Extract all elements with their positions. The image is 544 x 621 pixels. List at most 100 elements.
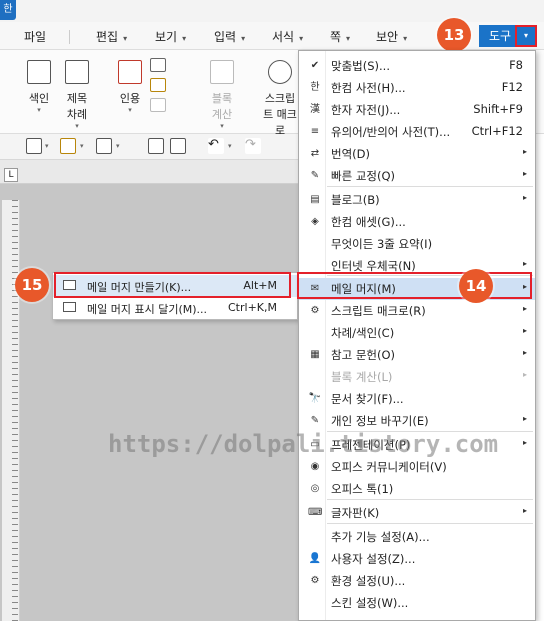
menu-item-shortcut: Shift+F9 <box>473 102 523 116</box>
toc-icon <box>65 60 89 84</box>
menu-file[interactable]: 파일 <box>24 28 46 45</box>
app-logo-icon: 한 <box>0 0 16 20</box>
menu-item-hancom-asset[interactable]: ◈ 한컴 애셋(G)... <box>299 211 535 233</box>
open-folder-icon[interactable] <box>60 138 76 154</box>
undo-icon[interactable]: ↶ <box>208 138 224 154</box>
menu-item-thesaurus[interactable]: ≡ 유의어/반의어 사전(T)... Ctrl+F12 <box>299 121 535 143</box>
redo-icon[interactable]: ↷ <box>245 138 261 154</box>
hancom-asset-icon: ◈ <box>311 216 319 227</box>
menu-view[interactable]: 보기 ▾ <box>155 28 186 45</box>
chevron-down-icon[interactable]: ▾ <box>80 142 84 150</box>
vertical-ruler-ticks <box>12 200 18 621</box>
toc-index-icon <box>308 326 322 340</box>
menu-item-script-macro[interactable]: ⚙ 스크립트 매크로(R) ▸ <box>299 300 535 322</box>
menu-item-skin-settings[interactable]: 스킨 설정(W)... <box>299 592 535 614</box>
ruler-corner-icon[interactable]: L <box>4 168 18 182</box>
menu-item-toc-index[interactable]: 차례/색인(C) ▸ <box>299 322 535 344</box>
menu-insert-label: 입력 <box>214 30 237 44</box>
index-icon <box>27 60 51 84</box>
internet-post-icon <box>308 259 322 273</box>
menu-item-label: 문서 찾기(F)... <box>331 392 404 406</box>
block-calc-icon <box>308 370 322 384</box>
menu-page[interactable]: 쪽 ▾ <box>330 28 350 45</box>
chevron-right-icon: ▸ <box>522 438 527 447</box>
chevron-down-icon: ▾ <box>123 34 128 43</box>
index-button[interactable]: 색인 ▾ <box>24 54 54 114</box>
menu-item-blog[interactable]: ▤ 블로그(B) ▸ <box>299 189 535 211</box>
menu-item-quick-correct[interactable]: ✎ 빠른 교정(Q) ▸ <box>299 165 535 187</box>
menu-item-find-document[interactable]: 🔭 문서 찾기(F)... <box>299 388 535 410</box>
chevron-right-icon: ▸ <box>522 370 527 379</box>
addon-settings-icon <box>308 530 322 544</box>
menu-format[interactable]: 서식 ▾ <box>272 28 303 45</box>
script-macro-button[interactable]: 스크립트 매크로 <box>262 54 298 138</box>
find-document-icon: 🔭 <box>308 393 322 404</box>
print-icon[interactable] <box>148 138 164 154</box>
mail-merge-mark-item[interactable]: 메일 머지 표시 달기(M)... Ctrl+K,M <box>53 297 297 319</box>
menu-item-label: 유의어/반의어 사전(T)... <box>331 125 451 139</box>
menu-item-bibliography[interactable]: ▦ 참고 문헌(O) ▸ <box>299 344 535 366</box>
menu-item-summary[interactable]: 무엇이든 3줄 요약(I) <box>299 233 535 255</box>
chevron-down-icon: ▾ <box>299 34 304 43</box>
new-document-icon[interactable] <box>26 138 42 154</box>
menu-item-dictionary[interactable]: 한 한컴 사전(H)... F12 <box>299 77 535 99</box>
menu-edit[interactable]: 편집 ▾ <box>96 28 127 45</box>
script-macro-icon <box>268 60 292 84</box>
menu-item-spellcheck[interactable]: ✔ 맞춤법(S)... F8 <box>299 55 535 77</box>
menu-item-user-settings[interactable]: 👤 사용자 설정(Z)... <box>299 548 535 570</box>
menu-insert[interactable]: 입력 ▾ <box>214 28 245 45</box>
menu-item-addon-settings[interactable]: 추가 기능 설정(A)... <box>299 526 535 548</box>
chevron-down-icon: ▾ <box>241 34 246 43</box>
chevron-down-icon: ▾ <box>182 34 187 43</box>
watermark: https://dolpali.tistory.com <box>108 430 499 458</box>
toc-button[interactable]: 제목 차례 ▾ <box>62 54 92 130</box>
menu-item-label: 사용자 설정(Z)... <box>331 552 416 566</box>
menu-item-label: 빠른 교정(Q) <box>331 169 395 183</box>
chevron-down-icon: ▾ <box>75 122 79 130</box>
highlight-frame <box>297 272 532 299</box>
menu-item-office-talk[interactable]: ◎ 오피스 톡(1) <box>299 478 535 500</box>
menu-item-change-personal-info[interactable]: ✎ 개인 정보 바꾸기(E) ▸ <box>299 410 535 432</box>
menu-format-label: 서식 <box>272 30 295 44</box>
chevron-right-icon: ▸ <box>522 506 527 515</box>
chevron-down-icon[interactable]: ▾ <box>228 142 232 150</box>
chevron-right-icon: ▸ <box>522 259 527 268</box>
menu-security[interactable]: 보안 ▾ <box>376 28 407 45</box>
blog-icon: ▤ <box>310 194 320 205</box>
menu-tools-tab[interactable]: 도구 <box>479 25 515 47</box>
tools-dropdown-button[interactable]: ▾ <box>515 25 537 47</box>
chevron-down-icon[interactable]: ▾ <box>45 142 49 150</box>
mail-merge-mark-label: 메일 머지 표시 달기(M)... <box>87 303 208 316</box>
chevron-down-icon[interactable]: ▾ <box>116 142 120 150</box>
menu-item-label: 번역(D) <box>331 147 370 161</box>
menu-item-label: 개인 정보 바꾸기(E) <box>331 414 429 428</box>
menu-item-label: 글자판(K) <box>331 506 380 520</box>
menu-item-label: 오피스 톡(1) <box>331 482 394 496</box>
menu-item-shortcut: F8 <box>509 58 523 72</box>
menu-item-office-communicator[interactable]: ◉ 오피스 커뮤니케이터(V) <box>299 456 535 478</box>
toc-label: 제목 차례 <box>66 92 88 121</box>
change-personal-info-icon: ✎ <box>310 415 320 426</box>
save-icon[interactable] <box>96 138 112 154</box>
print-preview-icon[interactable] <box>170 138 186 154</box>
office-communicator-icon: ◉ <box>310 461 320 472</box>
citation-button[interactable]: 인용 ▾ <box>113 54 147 114</box>
chevron-right-icon: ▸ <box>522 169 527 178</box>
menu-item-keyboard-layout[interactable]: ⌨ 글자판(K) ▸ <box>299 502 535 524</box>
menu-item-hanja-dictionary[interactable]: 漢 한자 자전(J)... Shift+F9 <box>299 99 535 121</box>
citation-add-icon[interactable] <box>150 58 166 72</box>
block-calc-button[interactable]: 블록 계산 ▾ <box>206 54 238 130</box>
envelope-mark-icon <box>63 302 76 312</box>
citation-label: 인용 <box>119 92 141 105</box>
menu-item-preferences[interactable]: ⚙ 환경 설정(U)... <box>299 570 535 592</box>
dictionary-icon: 한 <box>310 82 320 93</box>
spellcheck-icon: ✔ <box>310 60 320 71</box>
preferences-icon: ⚙ <box>310 575 320 586</box>
citation-edit-icon[interactable] <box>150 78 166 92</box>
menu-item-translate[interactable]: ⇄ 번역(D) ▸ <box>299 143 535 165</box>
page-edge <box>536 134 544 621</box>
chevron-down-icon: ▾ <box>403 34 408 43</box>
citation-remove-icon[interactable] <box>150 98 166 112</box>
menu-item-block-calc[interactable]: 블록 계산(L) ▸ <box>299 366 535 388</box>
menu-item-label: 스크립트 매크로(R) <box>331 304 426 318</box>
